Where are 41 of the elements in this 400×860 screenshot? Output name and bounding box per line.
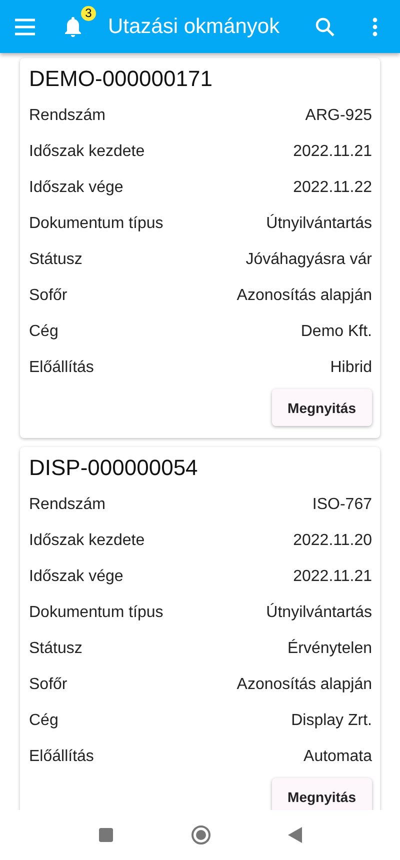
field-label: Előállítás: [29, 748, 94, 766]
field-label: Időszak vége: [29, 568, 124, 586]
field-label: Cég: [29, 323, 58, 341]
home-icon[interactable]: [190, 825, 211, 845]
field-value: 2022.11.21: [293, 568, 372, 586]
field-value: Demo Kft.: [300, 323, 372, 341]
field-label: Dokumentum típus: [29, 604, 164, 622]
field-label: Rendszám: [29, 496, 106, 514]
document-number: DEMO-000000171: [29, 65, 214, 93]
field-label: Sofőr: [29, 676, 68, 694]
field-value: Display Zrt.: [291, 712, 372, 730]
notification-badge: 3: [81, 6, 96, 20]
open-button[interactable]: Megnyitás: [272, 778, 372, 810]
field-label: Státusz: [29, 251, 82, 269]
field-label: Státusz: [29, 640, 82, 658]
field-label: Rendszám: [29, 107, 106, 125]
field-label: Időszak kezdete: [29, 143, 145, 161]
field-value: Azonosítás alapján: [236, 287, 372, 305]
app-title: Utazási okmányok: [108, 14, 281, 38]
recents-icon[interactable]: [98, 827, 114, 843]
field-label: Időszak kezdete: [29, 532, 145, 550]
field-value: Automata: [304, 748, 372, 766]
field-value: ISO-767: [312, 496, 372, 514]
field-label: Cég: [29, 712, 58, 730]
field-value: Útnyilvántartás: [266, 215, 372, 233]
field-label: Előállítás: [29, 359, 94, 377]
field-value: Útnyilvántartás: [266, 604, 372, 622]
field-value: Jóváhagyásra vár: [246, 251, 372, 269]
field-value: 2022.11.20: [293, 532, 372, 550]
field-label: Sofőr: [29, 287, 68, 305]
document-number: DISP-000000054: [29, 454, 199, 482]
field-label: Dokumentum típus: [29, 215, 164, 233]
field-value: ARG-925: [305, 107, 372, 125]
field-value: Hibrid: [330, 359, 372, 377]
open-button[interactable]: Megnyitás: [272, 389, 372, 426]
field-value: Azonosítás alapján: [236, 676, 372, 694]
field-value: 2022.11.22: [293, 179, 372, 197]
field-label: Időszak vége: [29, 179, 124, 197]
field-value: 2022.11.21: [293, 143, 372, 161]
field-value: Érvénytelen: [288, 640, 372, 658]
back-icon[interactable]: [288, 827, 302, 843]
